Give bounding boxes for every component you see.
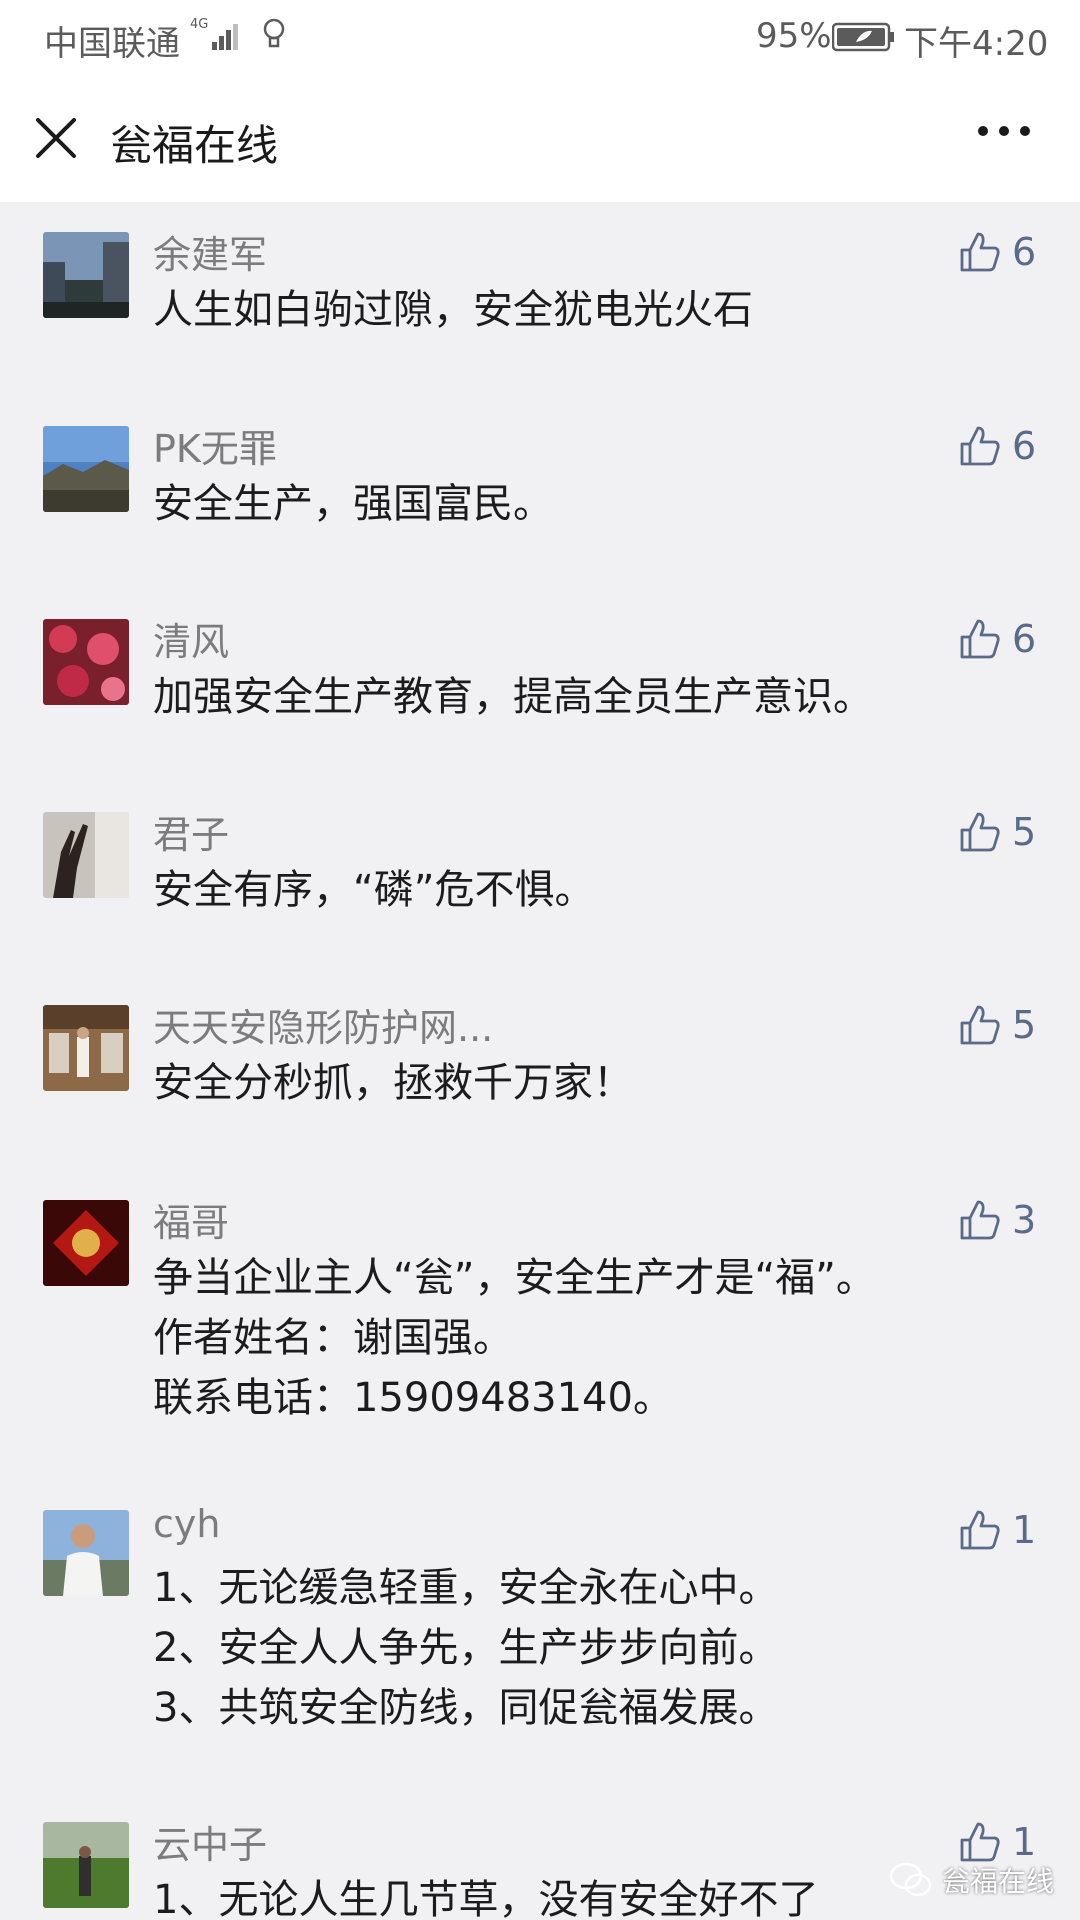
thumbs-up-icon [960, 619, 1000, 659]
like-button[interactable]: 1 [958, 1504, 1036, 1556]
comment-author[interactable]: 天天安隐形防护网... [153, 997, 493, 1052]
comment-text: 安全生产，强国富民。 [153, 474, 553, 534]
comment-text: 1、无论缓急轻重，安全永在心中。 2、安全人人争先，生产步步向前。 3、共筑安全… [153, 1558, 778, 1738]
like-count: 3 [1012, 1198, 1037, 1242]
wechat-logo-icon [889, 1862, 932, 1897]
carrier-name: 中国联通 [44, 24, 180, 64]
network-type: 4G [190, 17, 208, 32]
comment-text: 人生如白驹过隙，安全犹电光火石 [153, 280, 753, 340]
thumbs-up-icon [960, 812, 1000, 852]
comment-line: 1、无论缓急轻重，安全永在心中。 [153, 1565, 779, 1611]
signal-icon: 4G [190, 17, 238, 50]
comment-line: 作者姓名：谢国强。 [153, 1315, 513, 1361]
thumbs-up-icon [960, 232, 1000, 272]
comment-line: 3、共筑安全防线，同促瓮福发展。 [153, 1685, 779, 1731]
nav-bar: 瓮福在线 [0, 74, 1080, 202]
thumbs-up-icon [960, 1200, 1000, 1240]
comment-text: 争当企业主人“瓮”，安全生产才是“福”。 作者姓名：谢国强。 联系电话：1590… [153, 1248, 876, 1428]
comment-text: 安全分秒抓，拯救千万家！ [153, 1053, 633, 1113]
like-button[interactable]: 6 [958, 420, 1036, 472]
avatar[interactable] [43, 426, 129, 512]
avatar[interactable] [43, 1200, 129, 1286]
comment-text: 加强安全生产教育，提高全员生产意识。 [153, 667, 873, 727]
battery-percent: 95% [756, 16, 832, 56]
comment-text: 1、无论人生几节草，没有安全好不了 [153, 1870, 818, 1920]
like-count: 6 [1012, 424, 1037, 468]
like-count: 5 [1012, 1003, 1037, 1047]
more-icon[interactable] [976, 124, 1032, 138]
like-count: 6 [1012, 617, 1037, 661]
like-count: 6 [1012, 230, 1037, 274]
comment-line: 安全生产，强国富民。 [153, 481, 553, 527]
status-bar: 中国联通 4G 95% 下午4:20 [0, 0, 1080, 74]
comment-line: 2、安全人人争先，生产步步向前。 [153, 1625, 779, 1671]
comment-author[interactable]: 云中子 [153, 1814, 267, 1869]
avatar[interactable] [43, 1005, 129, 1091]
comment-author[interactable]: 君子 [153, 804, 229, 859]
comment-author[interactable]: PK无罪 [153, 418, 277, 473]
comment-text: 安全有序，“磷”危不惧。 [153, 860, 594, 920]
comment-line: 争当企业主人“瓮”，安全生产才是“福”。 [153, 1255, 876, 1301]
thumbs-up-icon [960, 1510, 1000, 1550]
battery-icon [832, 22, 894, 52]
watermark-text: 瓮福在线 [942, 1865, 1055, 1898]
like-button[interactable]: 6 [958, 226, 1036, 278]
comment-line: 1、无论人生几节草，没有安全好不了 [153, 1877, 819, 1920]
like-count: 5 [1012, 810, 1037, 854]
like-button[interactable]: 5 [958, 999, 1036, 1051]
close-icon[interactable] [34, 116, 78, 160]
comment-line: 安全分秒抓，拯救千万家！ [153, 1060, 633, 1106]
clock: 下午4:20 [904, 24, 1049, 64]
avatar[interactable] [43, 1510, 129, 1596]
thumbs-up-icon [960, 426, 1000, 466]
comment-line: 安全有序，“磷”危不惧。 [153, 867, 595, 913]
avatar[interactable] [43, 619, 129, 705]
comment-list[interactable]: 余建军 人生如白驹过隙，安全犹电光火石 6 PK无罪 安全生产，强国富民。 6 [0, 202, 1080, 1920]
page-title: 瓮福在线 [110, 121, 279, 170]
comment-line: 联系电话：15909483140。 [153, 1375, 673, 1421]
comment-line: 人生如白驹过隙，安全犹电光火石 [153, 287, 753, 333]
thumbs-up-icon [960, 1005, 1000, 1045]
like-button[interactable]: 5 [958, 806, 1036, 858]
comment-line: 加强安全生产教育，提高全员生产意识。 [153, 674, 873, 720]
comment-author[interactable]: cyh [153, 1502, 220, 1546]
like-button[interactable]: 6 [958, 613, 1036, 665]
like-button[interactable]: 3 [958, 1194, 1036, 1246]
avatar[interactable] [43, 812, 129, 898]
comment-author[interactable]: 福哥 [153, 1192, 229, 1247]
avatar[interactable] [43, 232, 129, 318]
comment-author[interactable]: 清风 [153, 611, 229, 666]
lightbulb-icon [263, 18, 285, 48]
like-count: 1 [1012, 1508, 1037, 1552]
comment-author[interactable]: 余建军 [153, 224, 267, 279]
avatar[interactable] [43, 1822, 129, 1908]
watermark: 瓮福在线 [888, 1858, 1054, 1902]
